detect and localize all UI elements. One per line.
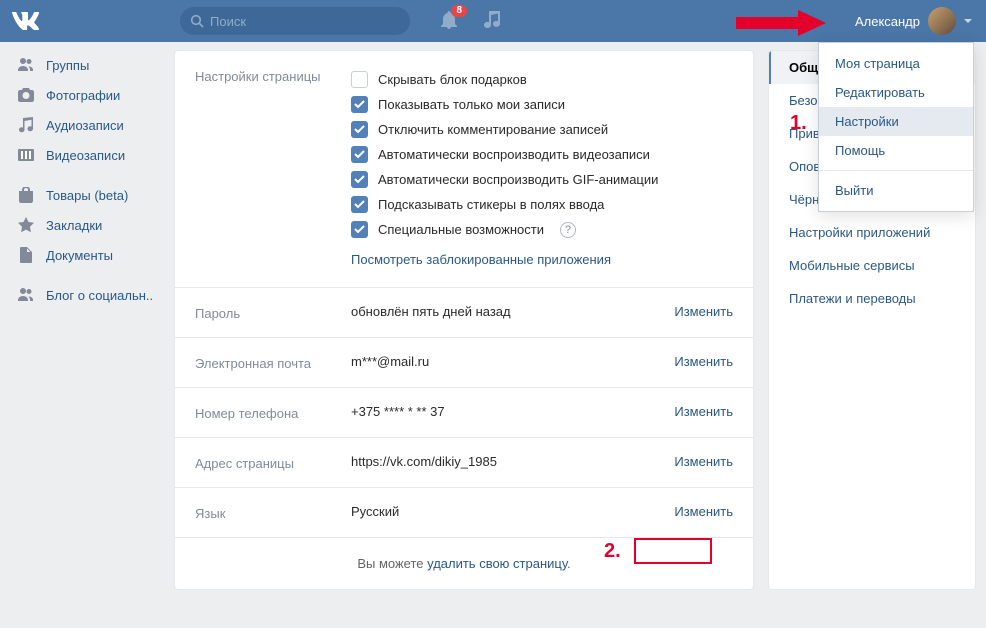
checkbox[interactable] <box>351 146 368 163</box>
notification-badge: 8 <box>451 5 467 17</box>
sidebar-item-label: Фотографии <box>46 88 120 103</box>
checkbox-label: Скрывать блок подарков <box>378 72 527 87</box>
settings-nav-item[interactable]: Мобильные сервисы <box>769 249 975 282</box>
delete-page-note: Вы можете удалить свою страницу. <box>175 537 753 589</box>
search-input[interactable]: Поиск <box>180 7 410 35</box>
dropdown-item[interactable]: Редактировать <box>819 78 973 107</box>
sidebar-item[interactable]: Товары (beta) <box>10 180 174 210</box>
search-icon <box>190 14 204 28</box>
username: Александр <box>855 14 920 29</box>
checkbox-row[interactable]: Специальные возможности? <box>351 217 733 242</box>
sidebar-item[interactable]: Видеозаписи <box>10 140 174 170</box>
header-icons: 8 <box>440 11 500 32</box>
checkbox[interactable] <box>351 121 368 138</box>
checkbox-row[interactable]: Отключить комментирование записей <box>351 117 733 142</box>
sidebar-item[interactable]: Документы <box>10 240 174 270</box>
sidebar-item[interactable]: Группы <box>10 50 174 80</box>
settings-nav-item[interactable]: Платежи и переводы <box>769 282 975 315</box>
row-value: Русский <box>351 504 643 521</box>
camera-icon <box>16 85 36 105</box>
delete-page-link[interactable]: удалить свою страницу <box>427 556 567 571</box>
dropdown-item[interactable]: Моя страница <box>819 49 973 78</box>
checkbox-label: Автоматически воспроизводить GIF-анимаци… <box>378 172 658 187</box>
row-value: обновлён пять дней назад <box>351 304 643 321</box>
row-label: Пароль <box>195 304 351 321</box>
sidebar-item-label: Аудиозаписи <box>46 118 124 133</box>
vk-logo[interactable] <box>12 12 40 30</box>
users-icon <box>16 55 36 75</box>
checkbox-label: Показывать только мои записи <box>378 97 565 112</box>
top-header: Поиск 8 Александр <box>0 0 986 42</box>
checkbox[interactable] <box>351 196 368 213</box>
checkbox-row[interactable]: Автоматически воспроизводить видеозаписи <box>351 142 733 167</box>
row-value: https://vk.com/dikiy_1985 <box>351 454 643 471</box>
sidebar-item-label: Блог о социальн.. <box>46 288 153 303</box>
row-label: Электронная почта <box>195 354 351 371</box>
sidebar-item[interactable]: Аудиозаписи <box>10 110 174 140</box>
users-icon <box>16 285 36 305</box>
arrow-annotation <box>736 10 826 36</box>
sidebar-item-label: Документы <box>46 248 113 263</box>
sidebar-item[interactable]: Фотографии <box>10 80 174 110</box>
dropdown-item[interactable]: Помощь <box>819 136 973 165</box>
row-label: Номер телефона <box>195 404 351 421</box>
checkbox-label: Отключить комментирование записей <box>378 122 608 137</box>
music-icon <box>16 115 36 135</box>
checkbox-label: Подсказывать стикеры в полях ввода <box>378 197 604 212</box>
dropdown-item[interactable]: Настройки <box>819 107 973 136</box>
avatar <box>928 7 956 35</box>
checkbox-label: Специальные возможности <box>378 222 544 237</box>
notifications-button[interactable]: 8 <box>440 11 458 32</box>
checkbox[interactable] <box>351 96 368 113</box>
star-icon <box>16 215 36 235</box>
sidebar-item[interactable]: Блог о социальн.. <box>10 280 174 310</box>
dropdown-item[interactable]: Выйти <box>819 176 973 205</box>
sidebar-item-label: Видеозаписи <box>46 148 125 163</box>
sidebar-item-label: Товары (beta) <box>46 188 128 203</box>
left-sidebar: Группы Фотографии Аудиозаписи Видеозаписи Т… <box>10 42 174 590</box>
video-icon <box>16 145 36 165</box>
blocked-apps-link[interactable]: Посмотреть заблокированные приложения <box>351 252 611 267</box>
search-placeholder: Поиск <box>210 14 246 29</box>
checkbox-row[interactable]: Показывать только мои записи <box>351 92 733 117</box>
doc-icon <box>16 245 36 265</box>
settings-panel: Настройки страницы Скрывать блок подарко… <box>174 50 754 590</box>
sidebar-item-label: Закладки <box>46 218 102 233</box>
change-link[interactable]: Изменить <box>643 304 733 321</box>
checkbox-label: Автоматически воспроизводить видеозаписи <box>378 147 650 162</box>
row-label: Адрес страницы <box>195 454 351 471</box>
help-icon[interactable]: ? <box>560 222 576 238</box>
change-link[interactable]: Изменить <box>643 404 733 421</box>
checkbox[interactable] <box>351 221 368 238</box>
bag-icon <box>16 185 36 205</box>
row-label: Язык <box>195 504 351 521</box>
change-link[interactable]: Изменить <box>643 454 733 471</box>
sidebar-item[interactable]: Закладки <box>10 210 174 240</box>
checkbox-row[interactable]: Подсказывать стикеры в полях ввода <box>351 192 733 217</box>
row-value: +375 **** * ** 37 <box>351 404 643 421</box>
settings-nav-item[interactable]: Настройки приложений <box>769 216 975 249</box>
checkbox[interactable] <box>351 71 368 88</box>
user-menu-trigger[interactable]: Александр <box>855 7 976 35</box>
chevron-down-icon <box>964 19 972 23</box>
change-link[interactable]: Изменить <box>643 354 733 371</box>
music-icon <box>484 11 500 29</box>
checkbox[interactable] <box>351 171 368 188</box>
section-label: Настройки страницы <box>195 67 351 271</box>
row-value: m***@mail.ru <box>351 354 643 371</box>
music-button[interactable] <box>484 11 500 32</box>
change-link[interactable]: Изменить <box>643 504 733 521</box>
checkbox-row[interactable]: Скрывать блок подарков <box>351 67 733 92</box>
user-dropdown: Моя страницаРедактироватьНастройкиПомощь… <box>818 42 974 212</box>
sidebar-item-label: Группы <box>46 58 89 73</box>
checkbox-row[interactable]: Автоматически воспроизводить GIF-анимаци… <box>351 167 733 192</box>
